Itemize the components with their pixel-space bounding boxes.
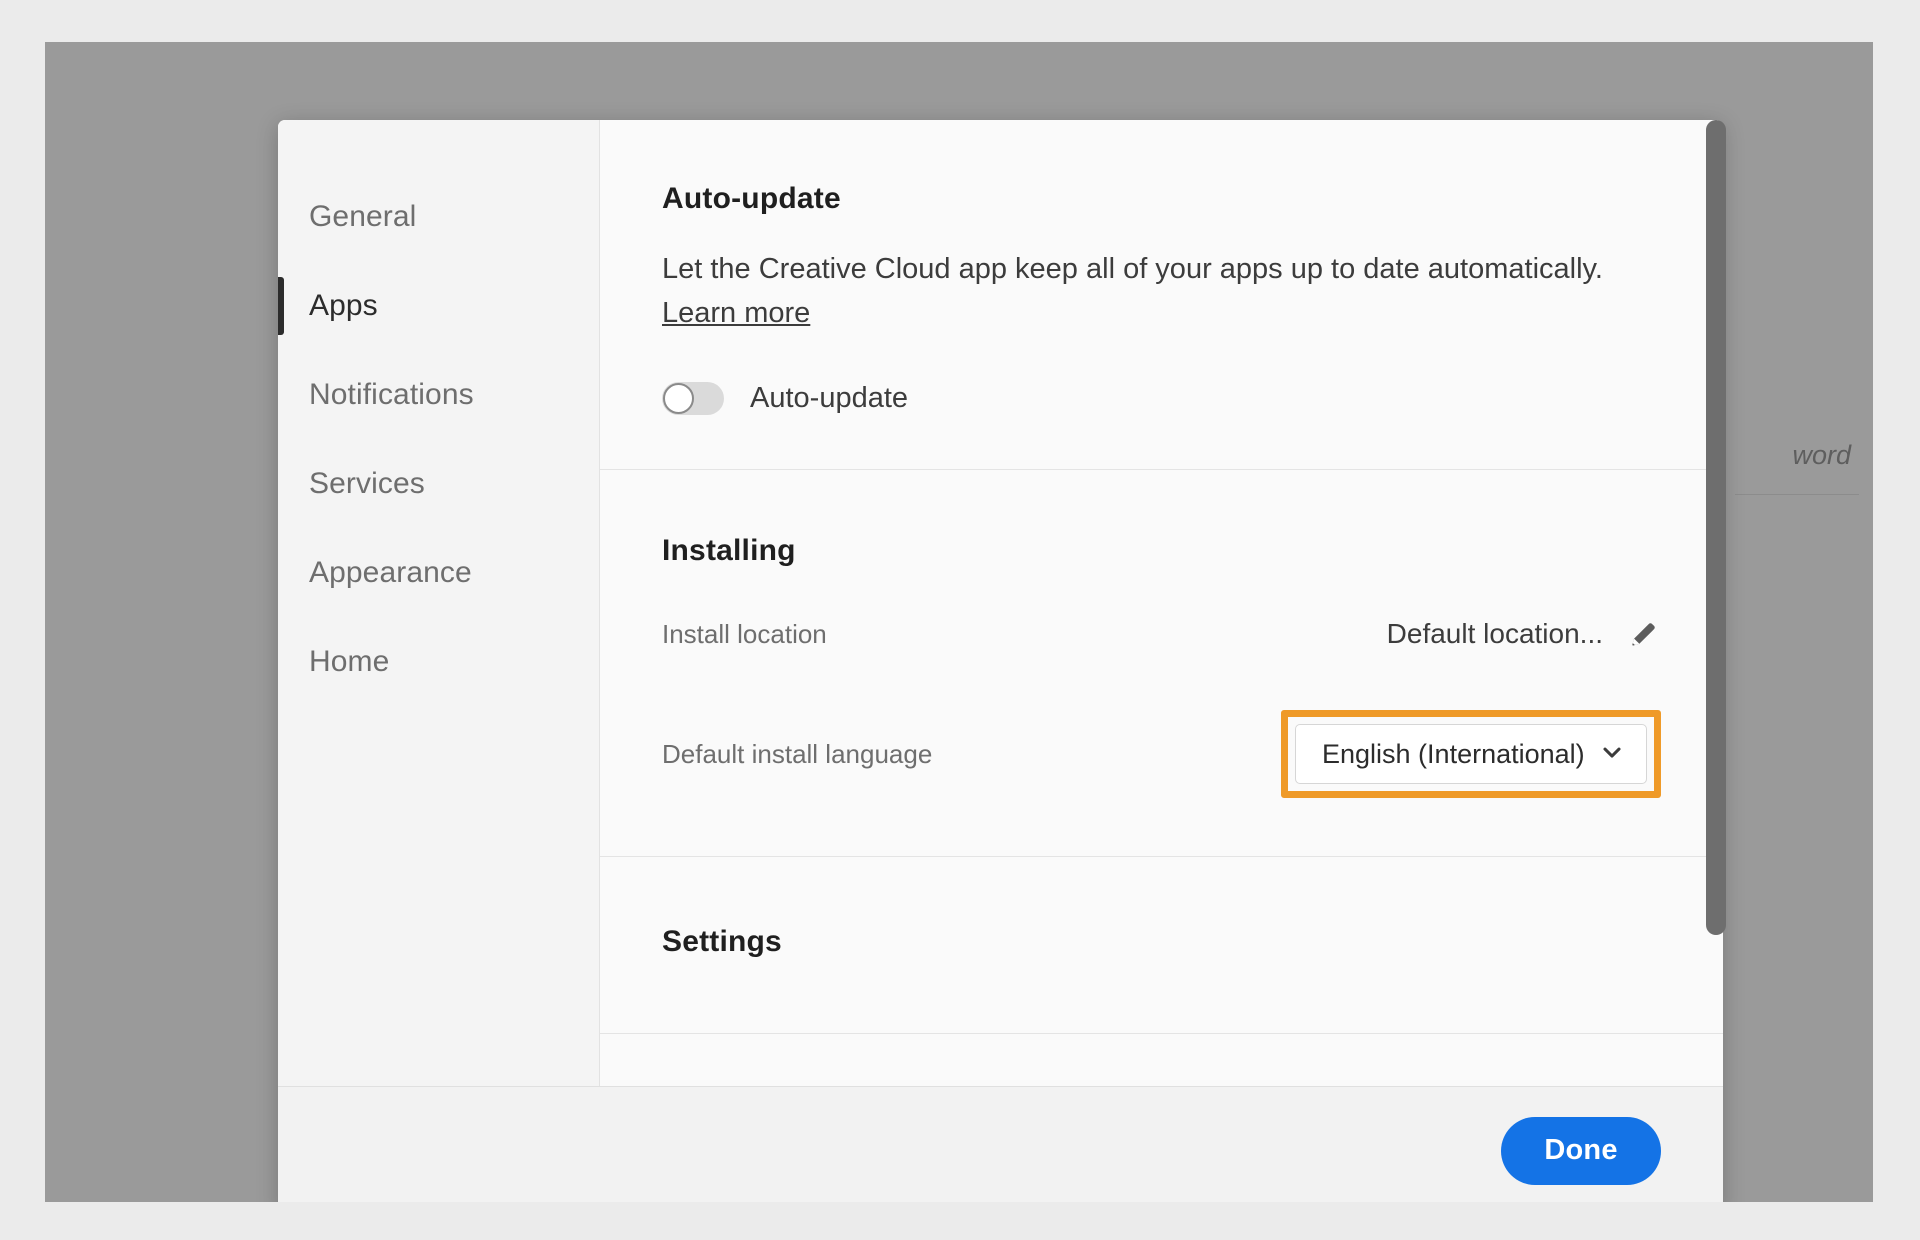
auto-update-toggle[interactable]	[662, 382, 724, 416]
sidebar-item-label: Home	[309, 644, 390, 678]
sidebar-item-apps[interactable]: Apps	[278, 261, 599, 350]
auto-update-description: Let the Creative Cloud app keep all of y…	[662, 253, 1603, 285]
done-button[interactable]: Done	[1501, 1116, 1661, 1185]
screen: word General Apps Notifications Services…	[0, 0, 1920, 1240]
settings-heading: Settings	[662, 925, 782, 959]
highlight-annotation: English (International)	[1281, 710, 1661, 799]
background-app-overlay: word General Apps Notifications Services…	[45, 42, 1873, 1202]
sidebar-item-label: Apps	[309, 288, 378, 322]
sidebar-item-label: Services	[309, 466, 425, 500]
scrollbar-thumb[interactable]	[1706, 120, 1726, 935]
dropdown-selected-value: English (International)	[1322, 738, 1585, 769]
installing-heading: Installing	[662, 534, 796, 568]
dialog-body: General Apps Notifications Services Appe…	[278, 120, 1723, 1086]
preferences-content: Auto-update Let the Creative Cloud app k…	[600, 120, 1723, 1086]
settings-section: Settings	[600, 857, 1723, 1035]
default-install-language-dropdown[interactable]: English (International)	[1295, 724, 1647, 785]
pencil-icon[interactable]	[1625, 616, 1661, 652]
sidebar-item-label: Appearance	[309, 555, 472, 589]
sidebar-item-label: Notifications	[309, 377, 474, 411]
installing-section: Installing Install location Default loca…	[600, 470, 1723, 858]
scrollbar-track	[1706, 120, 1726, 935]
auto-update-toggle-label: Auto-update	[750, 382, 909, 415]
sidebar-item-appearance[interactable]: Appearance	[278, 528, 599, 617]
sidebar-item-label: General	[309, 199, 417, 233]
chevron-down-icon	[1598, 738, 1626, 771]
preferences-sidebar: General Apps Notifications Services Appe…	[278, 120, 600, 1086]
sidebar-item-home[interactable]: Home	[278, 617, 599, 706]
default-install-language-row: Default install language English (Intern…	[662, 710, 1661, 799]
sidebar-item-general[interactable]: General	[278, 172, 599, 261]
install-location-label: Install location	[662, 618, 827, 649]
sidebar-item-services[interactable]: Services	[278, 439, 599, 528]
background-peek-text: word	[1792, 440, 1851, 470]
auto-update-toggle-row: Auto-update	[662, 382, 1661, 416]
default-install-language-label: Default install language	[662, 738, 933, 769]
toggle-knob	[663, 383, 694, 415]
dialog-footer: Done	[278, 1086, 1723, 1202]
install-location-row: Install location Default location...	[662, 602, 1661, 666]
learn-more-link[interactable]: Learn more	[662, 297, 810, 330]
sidebar-item-notifications[interactable]: Notifications	[278, 350, 599, 439]
auto-update-section: Auto-update Let the Creative Cloud app k…	[600, 120, 1723, 471]
install-location-value-wrap: Default location...	[1387, 616, 1661, 652]
auto-update-heading: Auto-update	[662, 182, 841, 215]
install-location-value: Default location...	[1386, 618, 1603, 650]
preferences-dialog: General Apps Notifications Services Appe…	[278, 120, 1723, 1202]
background-divider	[1735, 494, 1859, 495]
active-indicator	[278, 277, 284, 335]
